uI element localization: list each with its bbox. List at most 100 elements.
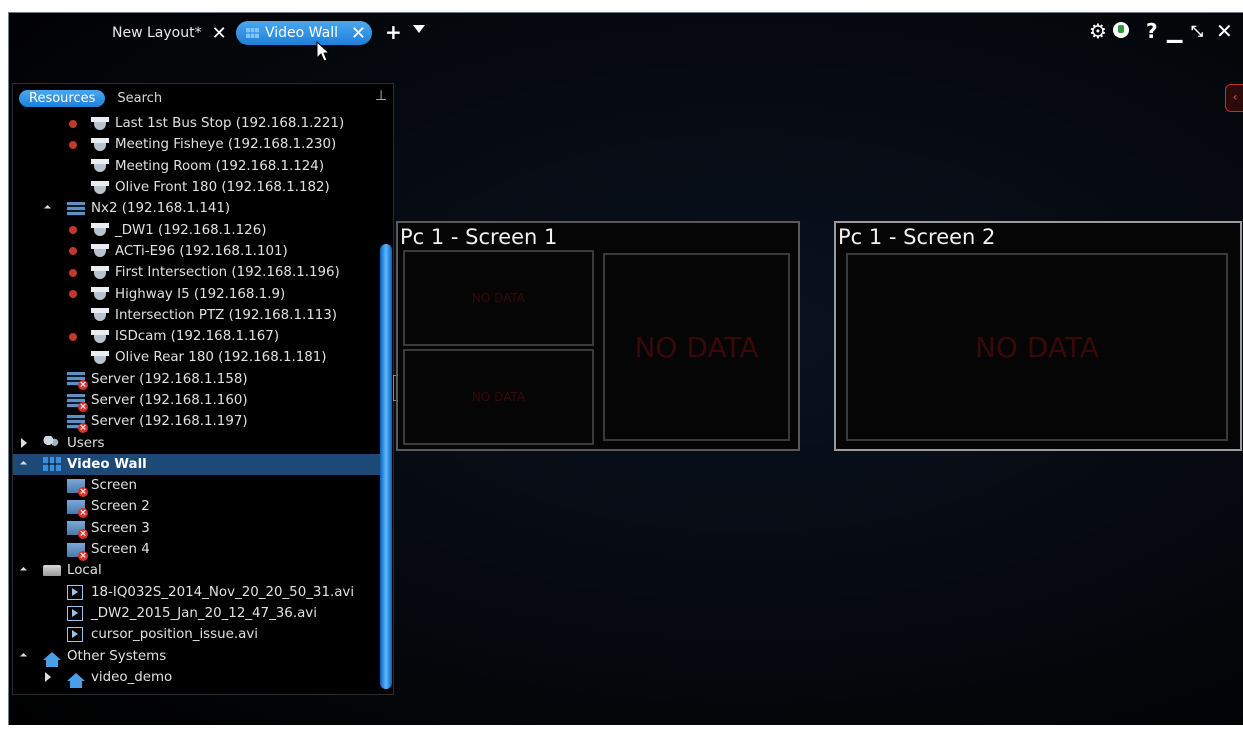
home-icon xyxy=(67,673,85,689)
screen-cell[interactable]: NO DATA xyxy=(403,250,594,346)
tree-item[interactable]: Olive Front 180 (192.168.1.182) xyxy=(13,177,381,198)
tree-item[interactable]: First Intersection (192.168.1.196) xyxy=(13,262,381,283)
tree-item-label: Server (192.168.1.160) xyxy=(91,393,248,408)
tab-search[interactable]: Search xyxy=(117,91,162,106)
expand-arrow-icon[interactable] xyxy=(19,567,28,575)
camera-icon xyxy=(91,329,109,344)
tree-item-label: Server (192.168.1.158) xyxy=(91,371,248,387)
app-window: New Layout* ✕ Video Wall ✕ + ⚙ ? ▁ ⤡ ✕ R… xyxy=(8,12,1243,725)
tree-item-label: cursor_position_issue.avi xyxy=(91,627,258,643)
help-button[interactable]: ? xyxy=(1146,19,1158,43)
tree-item-label: Users xyxy=(67,435,105,451)
camera-icon xyxy=(91,116,109,131)
tree-item-label: Screen xyxy=(91,478,138,494)
video-file-icon xyxy=(67,627,83,643)
mouse-cursor-icon xyxy=(316,41,330,62)
tree-item-label: Screen 4 xyxy=(91,542,150,558)
tree-item[interactable]: _DW2_2015_Jan_20_12_47_36.avi xyxy=(13,603,381,624)
pin-icon[interactable]: ⊥ xyxy=(375,88,387,104)
tree-item[interactable]: Intersection PTZ (192.168.1.113) xyxy=(13,305,381,326)
tree-item[interactable]: Nx2 (192.168.1.141) xyxy=(13,198,381,219)
home-icon xyxy=(43,652,61,668)
tree-item-label: Local xyxy=(67,563,102,579)
tree-item-label: Meeting Fisheye (192.168.1.230) xyxy=(115,137,337,153)
tree-item[interactable]: ISDcam (192.168.1.167) xyxy=(13,326,381,347)
tree-item[interactable]: Last 1st Bus Stop (192.168.1.221) xyxy=(13,113,381,134)
expand-arrow-icon[interactable] xyxy=(19,460,28,468)
screen-offline-icon xyxy=(67,521,88,540)
tree-item-label: Server (192.168.1.197) xyxy=(91,414,248,430)
tree-item[interactable]: _DW1 (192.168.1.126) xyxy=(13,219,381,240)
camera-icon xyxy=(91,244,109,259)
tree-item[interactable]: Highway I5 (192.168.1.9) xyxy=(13,283,381,304)
tree-item[interactable]: Meeting Room (192.168.1.124) xyxy=(13,156,381,177)
minimize-button[interactable]: ▁ xyxy=(1167,19,1182,43)
tree-item[interactable]: Users xyxy=(13,432,381,453)
title-bar: New Layout* ✕ Video Wall ✕ + ⚙ ? ▁ ⤡ ✕ xyxy=(9,13,1243,62)
server-icon xyxy=(67,201,85,216)
gear-icon[interactable]: ⚙ xyxy=(1089,19,1107,43)
users-icon xyxy=(43,436,61,451)
tree-item[interactable]: ACTi-E96 (192.168.1.101) xyxy=(13,241,381,262)
tree-item[interactable]: Video Wall xyxy=(13,453,381,476)
tree-item-label: Last 1st Bus Stop (192.168.1.221) xyxy=(115,116,345,132)
tree-item[interactable]: Local xyxy=(13,560,381,581)
folder-icon xyxy=(43,565,61,577)
tree-item[interactable]: Other Systems xyxy=(13,645,381,668)
tree-item-label: _DW1 (192.168.1.126) xyxy=(115,222,267,238)
tab-new-layout[interactable]: New Layout* ✕ xyxy=(112,21,227,45)
expand-arrow-icon[interactable] xyxy=(43,205,52,213)
tree-item-label: _DW2_2015_Jan_20_12_47_36.avi xyxy=(91,605,317,621)
tree-item[interactable]: cursor_position_issue.avi xyxy=(13,624,381,645)
tree-item[interactable]: Screen xyxy=(13,475,381,497)
tree-item[interactable]: video_demo xyxy=(13,667,381,689)
camera-icon xyxy=(91,308,109,323)
collapse-arrow-icon[interactable] xyxy=(21,438,27,449)
server-offline-icon xyxy=(67,372,88,391)
add-tab-button[interactable]: + xyxy=(385,20,402,44)
server-offline-icon xyxy=(67,414,88,433)
close-window-button[interactable]: ✕ xyxy=(1216,19,1233,43)
screen-offline-icon xyxy=(67,478,88,497)
screen-cell[interactable]: NO DATA xyxy=(846,253,1228,441)
tree-item[interactable]: Olive Rear 180 (192.168.1.181) xyxy=(13,347,381,368)
expand-arrow-icon[interactable] xyxy=(19,652,28,660)
video-wall-screen[interactable]: Pc 1 - Screen 2 NO DATA xyxy=(834,221,1242,451)
video-wall-screen[interactable]: Pc 1 - Screen 1 NO DATA NO DATA NO DATA xyxy=(396,221,800,451)
tree-item[interactable]: Screen 4 xyxy=(13,539,381,561)
tree-item-label: video_demo xyxy=(91,669,173,685)
tree-item[interactable]: Server (192.168.1.160) xyxy=(13,390,381,412)
chevron-down-icon[interactable] xyxy=(413,25,425,33)
screen-offline-icon xyxy=(67,499,88,518)
screen-cell[interactable]: NO DATA xyxy=(403,349,594,445)
tab-video-wall[interactable]: Video Wall ✕ xyxy=(236,21,372,45)
tab-label: New Layout* xyxy=(112,25,202,41)
tree-item[interactable]: Meeting Fisheye (192.168.1.230) xyxy=(13,134,381,155)
camera-icon xyxy=(91,180,109,195)
video-file-icon xyxy=(67,584,83,600)
server-offline-icon xyxy=(67,393,88,412)
scrollbar[interactable] xyxy=(380,244,392,689)
expand-right-panel-button[interactable]: ‹ xyxy=(1225,84,1243,112)
tab-resources[interactable]: Resources xyxy=(19,89,106,107)
collapse-arrow-icon[interactable] xyxy=(45,672,51,683)
screen-title: Pc 1 - Screen 1 xyxy=(400,225,558,249)
tree-item-label: Intersection PTZ (192.168.1.113) xyxy=(115,307,338,323)
resource-tree: Last 1st Bus Stop (192.168.1.221) Meeting… xyxy=(13,113,381,689)
update-icon[interactable] xyxy=(1113,22,1129,38)
tree-item[interactable]: Server (192.168.1.197) xyxy=(13,411,381,433)
tree-item[interactable]: Screen 2 xyxy=(13,496,381,518)
close-icon[interactable]: ✕ xyxy=(212,23,227,44)
fullscreen-button[interactable]: ⤡ xyxy=(1191,22,1203,40)
tree-item[interactable]: 18-IQ032S_2014_Nov_20_20_50_31.avi xyxy=(13,582,381,603)
status-offline-icon xyxy=(69,268,77,277)
tree-item[interactable]: Server (192.168.1.158) xyxy=(13,369,381,391)
close-icon[interactable]: ✕ xyxy=(351,23,366,44)
tree-item-label: Screen 3 xyxy=(91,520,150,536)
screen-cell[interactable]: NO DATA xyxy=(603,253,790,441)
tree-item-label: ACTi-E96 (192.168.1.101) xyxy=(115,243,288,259)
screen-title: Pc 1 - Screen 2 xyxy=(838,225,996,249)
tree-item-label: Other Systems xyxy=(67,648,167,664)
video-file-icon xyxy=(67,605,83,621)
tree-item[interactable]: Screen 3 xyxy=(13,518,381,540)
